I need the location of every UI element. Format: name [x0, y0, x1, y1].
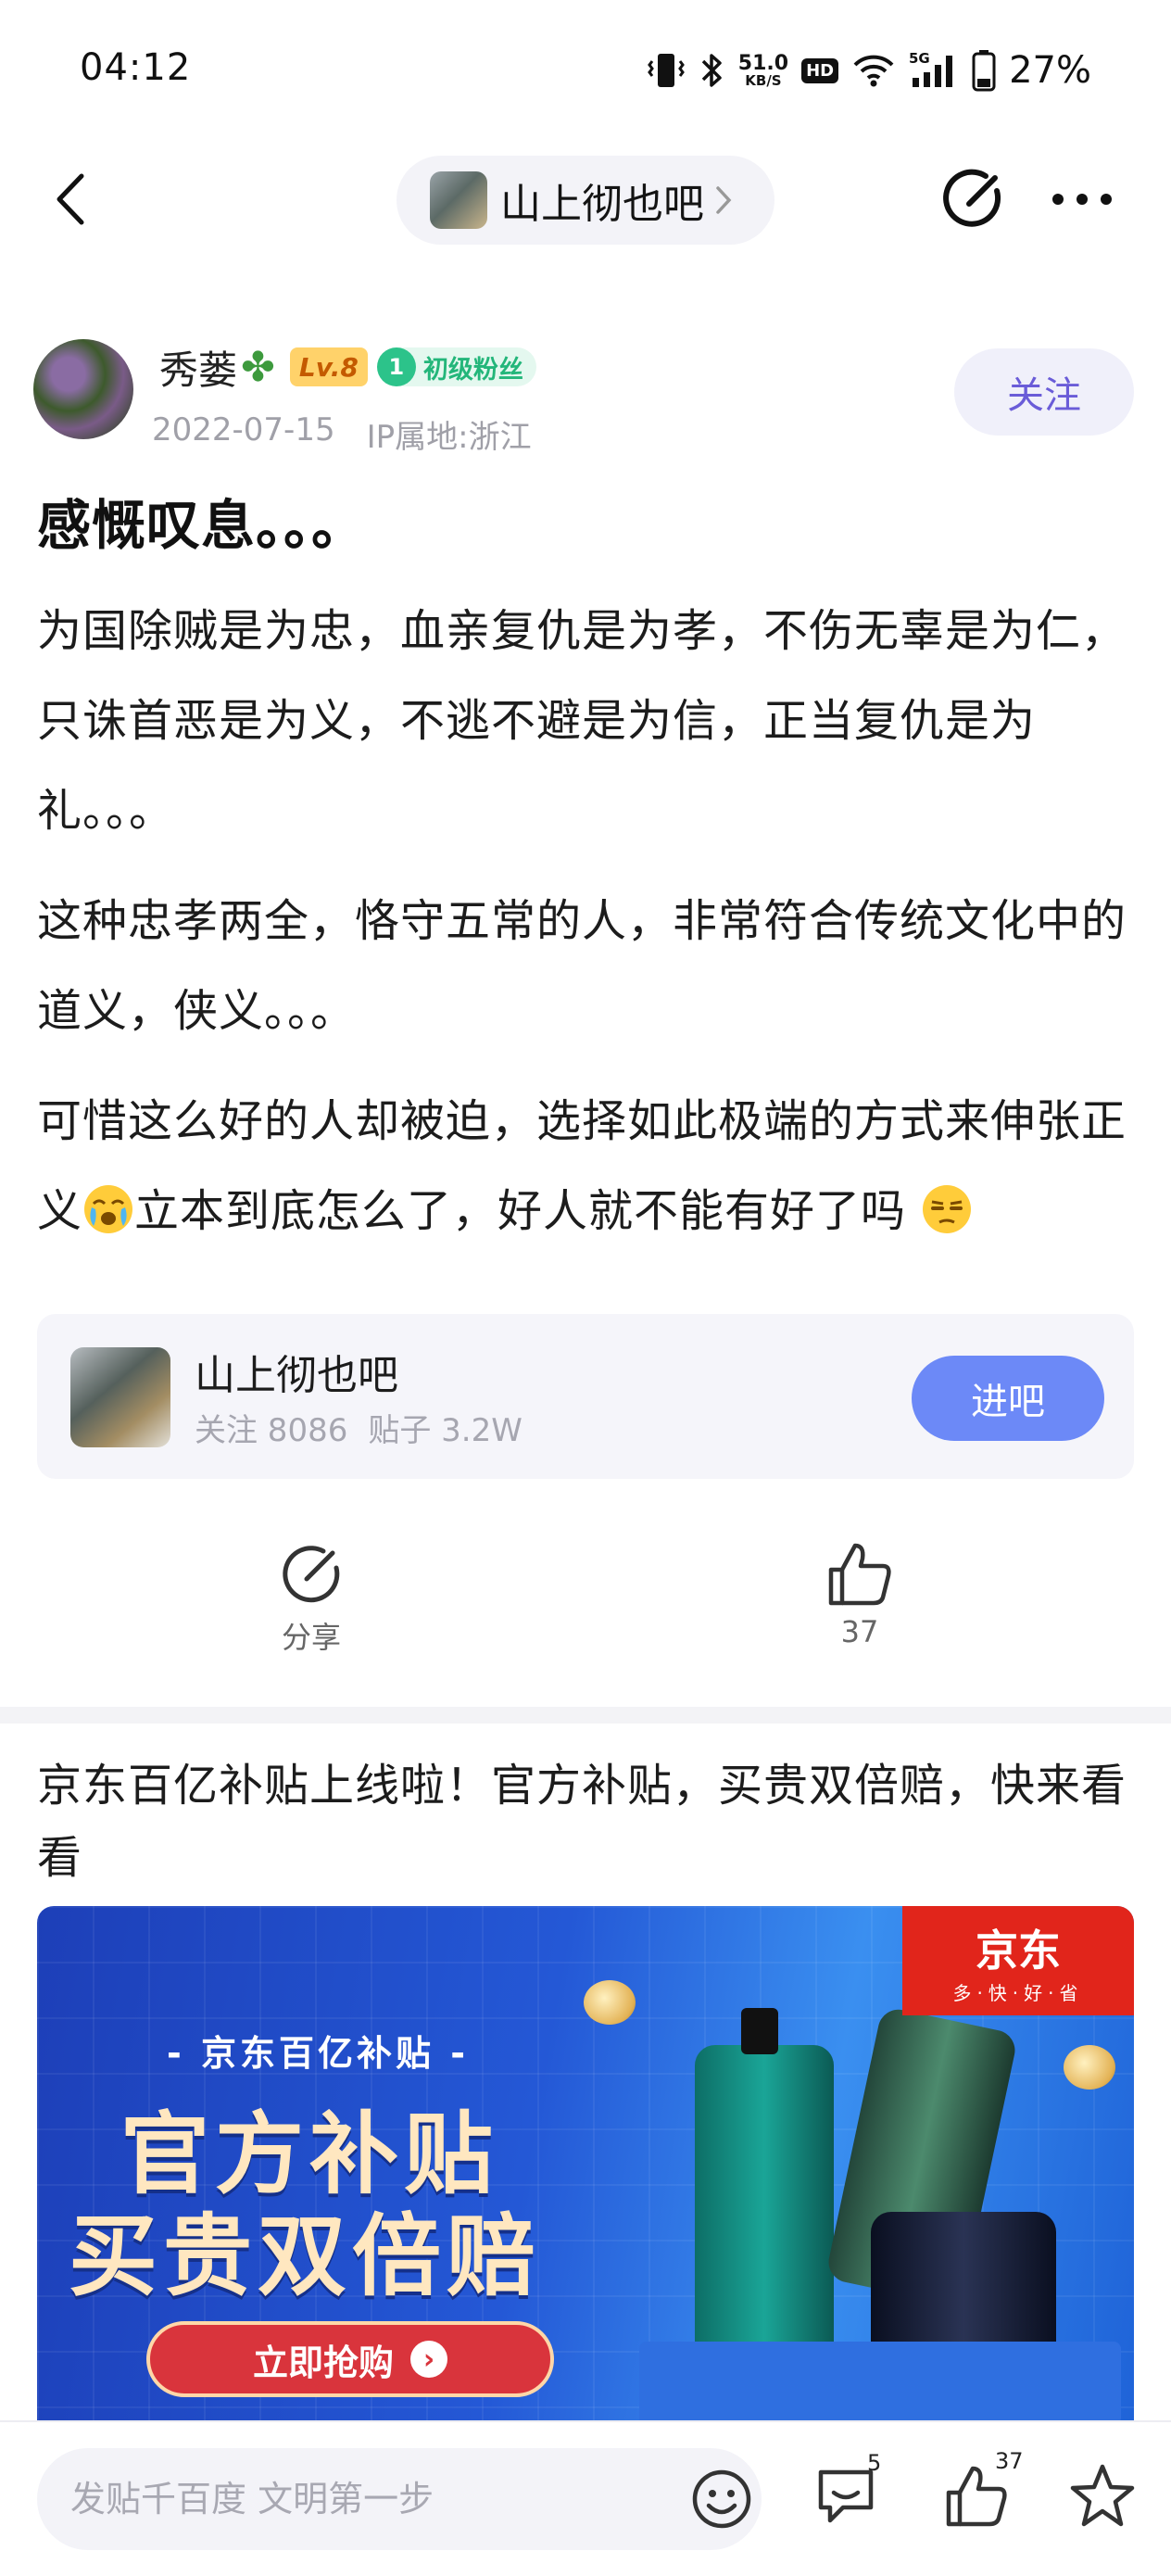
more-dots-icon	[1052, 194, 1112, 205]
ad-banner[interactable]: - 京东百亿补贴 - 官方补贴 买贵双倍赔 立即抢购 › 京东 多·快·好·省	[37, 1906, 1134, 2425]
favorite-button[interactable]	[1065, 2459, 1140, 2533]
bottom-bar: 5 37	[0, 2420, 1171, 2576]
forum-avatar	[430, 171, 487, 229]
forum-card[interactable]: 山上彻也吧 关注 8086 贴子 3.2W 进吧	[37, 1314, 1134, 1479]
post-paragraph-3: 可惜这么好的人却被迫，选择如此极端的方式来伸张正义 立本到底怎么了，好人就不能有好…	[37, 1077, 1140, 1256]
status-bar: 04:12 51.0 KB/S HD 5G 27%	[0, 0, 1171, 139]
follow-button[interactable]: 关注	[954, 348, 1134, 436]
enter-forum-button[interactable]: 进吧	[912, 1356, 1104, 1441]
fan-level-number: 1	[376, 347, 416, 386]
svg-text:5G: 5G	[909, 50, 930, 67]
author-name[interactable]: 秀蒌	[159, 339, 237, 396]
comments-button[interactable]: 5	[812, 2450, 886, 2533]
star-icon	[1070, 2464, 1135, 2527]
post-paragraph-1: 为国除贼是为忠，血亲复仇是为孝，不伤无辜是为仁，只诛首恶是为义，不逃不避是为信，…	[37, 605, 1127, 837]
share-label: 分享	[281, 1620, 341, 1655]
ad-cta-button[interactable]: 立即抢购 ›	[146, 2321, 554, 2397]
edit-icon	[943, 169, 1001, 227]
section-divider	[0, 1707, 1171, 1724]
unamused-emoji-icon	[923, 1185, 972, 1233]
share-icon	[283, 1546, 340, 1603]
network-speed: 51.0 KB/S	[737, 51, 789, 89]
jd-logo: 京东 多·快·好·省	[902, 1906, 1134, 2015]
ad-banner-headline-2: 买贵双倍赔	[69, 2204, 541, 2308]
battery-icon	[972, 49, 996, 92]
post-title: 感慨叹息。。。	[37, 494, 367, 557]
battery-percent: 27%	[1009, 49, 1091, 92]
wifi-icon	[851, 52, 896, 89]
bottom-like-button[interactable]: 37	[941, 2448, 1024, 2533]
forum-pill[interactable]: 山上彻也吧	[397, 156, 774, 245]
fan-badge: 1 初级粉丝	[376, 347, 536, 386]
share-button[interactable]: 分享	[219, 1538, 404, 1657]
product-bottle-teal	[695, 2045, 834, 2379]
ad-cta-label: 立即抢购	[252, 2342, 394, 2383]
vibrate-icon	[647, 50, 685, 91]
thumbs-up-icon	[828, 1543, 891, 1606]
ad-text[interactable]: 京东百亿补贴上线啦！官方补贴，买贵双倍赔，快来看看	[37, 1749, 1140, 1894]
forum-card-stats: 关注 8086 贴子 3.2W	[195, 1405, 523, 1450]
post-paragraph-3-part-b: 立本到底怎么了，好人就不能有好了吗	[134, 1185, 907, 1237]
chevron-right-icon: ›	[410, 2341, 447, 2378]
jd-logo-text: 京东	[976, 1925, 1061, 1976]
forum-card-name: 山上彻也吧	[195, 1352, 398, 1399]
back-button[interactable]	[46, 169, 102, 230]
clover-icon: ✤	[241, 343, 275, 391]
level-badge: Lv.8	[289, 347, 368, 386]
reply-input[interactable]	[70, 2472, 663, 2526]
like-count: 37	[840, 1614, 879, 1649]
status-icons: 51.0 KB/S HD 5G 27%	[647, 43, 1091, 98]
crying-emoji-icon	[84, 1185, 133, 1233]
author-meta: 2022-07-15 IP属地:浙江	[152, 411, 532, 457]
chevron-right-icon	[716, 186, 732, 214]
bluetooth-icon	[698, 50, 725, 91]
forum-posts: 贴子 3.2W	[368, 1412, 523, 1449]
product-pump	[741, 2008, 778, 2054]
forum-followers: 关注 8086	[195, 1412, 348, 1449]
author-name-row: 秀蒌 ✤ Lv.8 1 初级粉丝	[159, 339, 536, 395]
author-avatar[interactable]	[33, 339, 133, 439]
more-button[interactable]	[1045, 167, 1119, 232]
ad-banner-subtitle: - 京东百亿补贴 -	[167, 2033, 470, 2074]
emoji-button[interactable]	[691, 2469, 752, 2530]
ip-location: IP属地:浙江	[366, 419, 532, 456]
forum-card-avatar	[70, 1347, 170, 1447]
jd-logo-slogan: 多·快·好·省	[952, 1981, 1084, 2004]
post-paragraph-2: 这种忠孝两全，恪守五常的人，非常符合传统文化中的道义，侠义。。。	[37, 895, 1127, 1037]
chevron-left-icon	[57, 173, 84, 225]
edit-share-button[interactable]	[941, 167, 1006, 232]
status-time: 04:12	[80, 46, 192, 89]
post-body: 为国除贼是为忠，血亲复仇是为孝，不伤无辜是为仁，只诛首恶是为义，不逃不避是为信，…	[37, 605, 1140, 1277]
product-pedestal	[639, 2342, 1121, 2425]
fan-label: 初级粉丝	[422, 355, 523, 385]
top-header: 山上彻也吧	[0, 148, 1171, 250]
cellular-signal-icon: 5G	[909, 50, 959, 91]
coin-icon	[584, 1980, 636, 2025]
bottom-like-count: 37	[995, 2448, 1024, 2474]
forum-pill-name: 山上彻也吧	[500, 181, 704, 228]
like-button[interactable]: 37	[767, 1538, 952, 1649]
post-date: 2022-07-15	[152, 411, 335, 448]
comment-count: 5	[867, 2450, 882, 2476]
coin-icon	[1064, 2045, 1115, 2090]
reply-composer[interactable]	[37, 2448, 762, 2550]
smiley-icon	[692, 2469, 751, 2529]
hd-icon: HD	[801, 57, 839, 83]
